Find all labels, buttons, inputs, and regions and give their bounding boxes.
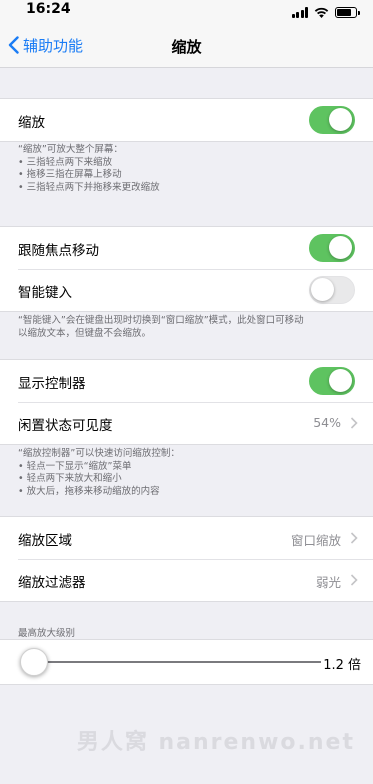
smart-typing-footer: “智能键入”会在键盘出现时切换到“窗口缩放”模式，此处窗口可移动 以缩放文本，但…: [18, 315, 363, 340]
status-icons: [291, 4, 360, 18]
zoom-region-label: 缩放区域: [18, 533, 72, 549]
footer-line: • 拖移三指在屏幕上移动: [18, 169, 122, 180]
status-bar: 16:24: [0, 0, 373, 22]
max-zoom-group: 1.2 倍: [0, 639, 373, 685]
focus-group: 跟随焦点移动 智能键入: [0, 226, 373, 312]
smart-typing-row: 智能键入: [0, 269, 373, 311]
show-controller-label: 显示控制器: [18, 376, 86, 392]
zoom-group: 缩放: [0, 98, 373, 142]
footer-line: 以缩放文本，但键盘不会缩放。: [18, 327, 152, 339]
zoom-region-value: 窗口缩放: [290, 533, 341, 548]
footer-line: • 放大后，拖移来移动缩放的内容: [18, 485, 160, 497]
toggle-knob: [329, 108, 352, 131]
status-time: 16:24: [26, 1, 71, 17]
controller-footer: “缩放控制器”可以快速访问缩放控制： • 轻点一下显示“缩放”菜单 • 轻点两下…: [18, 448, 363, 498]
cellular-signal-icon: [291, 7, 308, 18]
max-zoom-value: 1.2 倍: [323, 658, 361, 673]
toggle-knob: [329, 369, 352, 392]
zoom-toggle[interactable]: [309, 106, 355, 134]
footer-line: • 三指轻点两下来缩放: [18, 156, 113, 168]
zoom-row: 缩放: [0, 99, 373, 141]
footer-line: • 三指轻点两下并拖移来更改缩放: [18, 181, 160, 193]
battery-icon: [335, 7, 360, 18]
navigation-bar: 辅助功能 缩放: [0, 22, 373, 68]
smart-typing-toggle[interactable]: [309, 276, 355, 304]
region-filter-group: 缩放区域 窗口缩放 缩放过滤器 弱光: [0, 516, 373, 602]
footer-line: “缩放控制器”可以快速访问缩放控制：: [18, 448, 180, 459]
smart-typing-label: 智能键入: [18, 285, 72, 301]
show-controller-row: 显示控制器: [0, 360, 373, 402]
footer-line: “智能键入”会在键盘出现时切换到“窗口缩放”模式，此处窗口可移动: [18, 315, 304, 326]
zoom-filter-label: 缩放过滤器: [18, 575, 86, 591]
toggle-knob: [311, 278, 334, 301]
max-zoom-slider-row: 1.2 倍: [0, 640, 373, 684]
watermark: 男人窝 nanrenwo.net: [76, 730, 355, 755]
controller-group: 显示控制器 闲置状态可见度 54%: [0, 359, 373, 445]
toggle-knob: [329, 236, 352, 259]
chevron-right-icon: [350, 532, 358, 544]
zoom-region-row[interactable]: 缩放区域 窗口缩放: [0, 517, 373, 559]
page-title: 缩放: [171, 38, 202, 56]
zoom-filter-value: 弱光: [315, 575, 341, 590]
idle-visibility-value: 54%: [313, 415, 341, 430]
show-controller-toggle[interactable]: [309, 367, 355, 395]
idle-visibility-label: 闲置状态可见度: [18, 418, 113, 434]
follow-focus-row: 跟随焦点移动: [0, 227, 373, 269]
max-zoom-header: 最高放大级别: [18, 628, 76, 639]
footer-line: • 轻点两下来放大和缩小: [18, 473, 122, 484]
idle-visibility-row[interactable]: 闲置状态可见度 54%: [0, 402, 373, 444]
footer-line: “缩放”可放大整个屏幕：: [18, 144, 123, 155]
zoom-footer: “缩放”可放大整个屏幕： • 三指轻点两下来缩放 • 拖移三指在屏幕上移动 • …: [18, 144, 363, 194]
follow-focus-toggle[interactable]: [309, 234, 355, 262]
chevron-right-icon: [350, 417, 358, 429]
wifi-icon: [314, 7, 329, 18]
slider-track[interactable]: [34, 661, 321, 663]
slider-thumb[interactable]: [20, 648, 48, 676]
chevron-right-icon: [350, 574, 358, 586]
footer-line: • 轻点一下显示“缩放”菜单: [18, 460, 132, 472]
zoom-label: 缩放: [18, 115, 45, 131]
zoom-filter-row[interactable]: 缩放过滤器 弱光: [0, 559, 373, 601]
follow-focus-label: 跟随焦点移动: [18, 243, 99, 259]
